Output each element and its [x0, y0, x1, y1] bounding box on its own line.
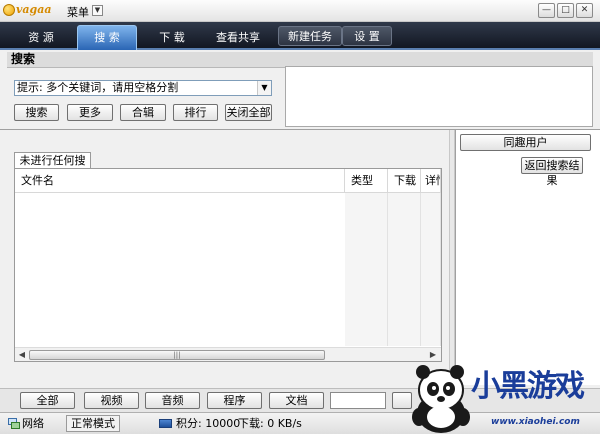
table-header: 文件名 类型 下载 详情 [15, 169, 441, 193]
menu-label[interactable]: 菜单 [67, 4, 89, 20]
close-all-button[interactable]: 关闭全部 [225, 104, 272, 121]
score-bar-icon [159, 419, 172, 428]
restore-button[interactable]: □ [557, 3, 574, 18]
column-header-type[interactable]: 类型 [345, 169, 388, 193]
score-status: 积分: 10000 [176, 417, 241, 430]
search-controls: 提示: 多个关键词，请用空格分割 ▼ 搜索 更多 合辑 排行 关闭全部 [7, 68, 283, 126]
filter-all-button[interactable]: 全部 [20, 392, 75, 409]
results-tab[interactable]: 未进行任何搜索 [14, 152, 91, 183]
search-button[interactable]: 搜索 [14, 104, 59, 121]
watermark-logo: 小黑游戏 www.xiaohei.com [405, 355, 600, 434]
tab-settings[interactable]: 设 置 [342, 26, 392, 46]
scroll-left-icon[interactable]: ◀ [16, 349, 28, 361]
filter-program-button[interactable]: 程序 [207, 392, 262, 409]
tab-new-task[interactable]: 新建任务 [278, 26, 342, 46]
main-tab-bar: 资 源 搜 索 下 载 查看共享 新建任务 设 置 [0, 22, 600, 50]
results-table: 文件名 类型 下载 详情 ◀ ||| ▶ [14, 168, 442, 362]
filter-video-button[interactable]: 视频 [84, 392, 139, 409]
tab-resources[interactable]: 资 源 [8, 25, 74, 50]
chevron-down-icon[interactable]: ▼ [257, 81, 271, 95]
download-speed-status: 下载: 0 KB/s [238, 417, 302, 430]
details-column-bg [421, 193, 441, 346]
column-header-download[interactable]: 下载 [388, 169, 421, 193]
download-column-bg [388, 193, 421, 346]
keyword-input-hint: 提示: 多个关键词，请用空格分割 [17, 81, 179, 94]
network-icon [8, 418, 20, 429]
mode-status[interactable]: 正常模式 [66, 415, 120, 432]
tab-download[interactable]: 下 载 [142, 25, 202, 50]
filter-document-button[interactable]: 文档 [269, 392, 324, 409]
filter-input[interactable] [330, 392, 386, 409]
type-column-bg [345, 193, 388, 346]
rank-button[interactable]: 排行 [173, 104, 218, 121]
tab-view-share[interactable]: 查看共享 [205, 25, 271, 50]
panda-mascot-icon [412, 365, 470, 433]
tab-search[interactable]: 搜 索 [77, 25, 137, 50]
side-panel: 同趣用户 返回搜索结果 [455, 130, 600, 385]
minimize-button[interactable]: — [538, 3, 555, 18]
title-bar: vagaa 菜单 ▼ — □ ✕ [0, 0, 600, 22]
close-button[interactable]: ✕ [576, 3, 593, 18]
horizontal-scrollbar[interactable]: ◀ ||| ▶ [15, 347, 441, 361]
same-interest-users-button[interactable]: 同趣用户 [460, 134, 591, 151]
scrollbar-thumb[interactable]: ||| [29, 350, 325, 360]
watermark-url: www.xiaohei.com [491, 417, 580, 427]
network-status: 网络 [22, 417, 44, 430]
column-header-details[interactable]: 详情 [421, 169, 441, 193]
filter-audio-button[interactable]: 音频 [145, 392, 200, 409]
back-to-results-button[interactable]: 返回搜索结果 [521, 157, 583, 187]
watermark-brand: 小黑游戏 [471, 369, 585, 404]
menu-dropdown-icon[interactable]: ▼ [92, 5, 103, 16]
app-logo: vagaa [3, 2, 51, 19]
search-info-panel [285, 66, 593, 127]
more-button[interactable]: 更多 [67, 104, 113, 121]
album-button[interactable]: 合辑 [120, 104, 166, 121]
column-header-filename[interactable]: 文件名 [15, 169, 345, 193]
keyword-input[interactable]: 提示: 多个关键词，请用空格分割 ▼ [14, 80, 272, 96]
